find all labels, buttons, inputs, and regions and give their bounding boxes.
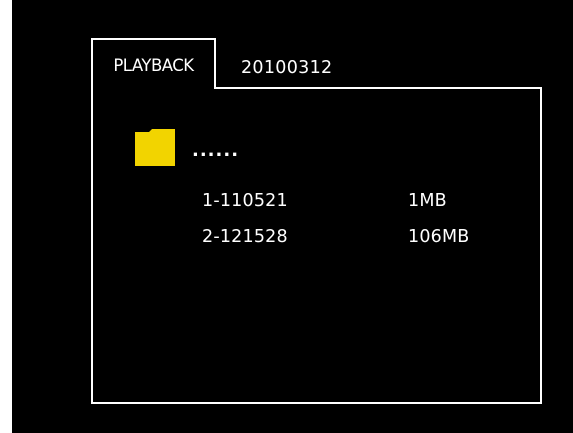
tab-playback-label: PLAYBACK xyxy=(113,56,194,75)
tab-playback[interactable]: PLAYBACK xyxy=(91,38,216,89)
file-row[interactable]: 2-121528 106MB xyxy=(202,225,502,249)
folder-date: 20100312 xyxy=(241,58,333,78)
file-name: 2-121528 xyxy=(202,227,288,247)
file-name: 1-110521 xyxy=(202,191,288,211)
parent-folder-label: ...... xyxy=(192,140,240,161)
file-size: 1MB xyxy=(408,191,447,211)
playback-screen: PLAYBACK 20100312 ...... 1-110521 1MB 2-… xyxy=(12,0,573,433)
file-row[interactable]: 1-110521 1MB xyxy=(202,189,502,213)
file-size: 106MB xyxy=(408,227,470,247)
folder-icon xyxy=(135,129,175,166)
